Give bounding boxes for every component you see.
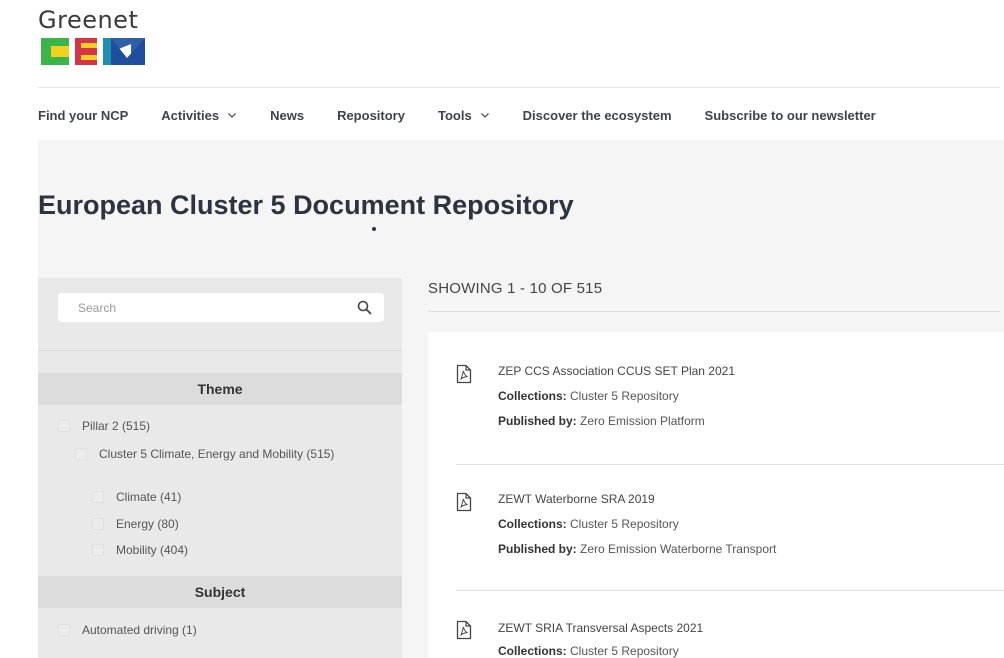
pdf-file-icon[interactable] xyxy=(456,492,472,512)
nav-find-your-ncp[interactable]: Find your NCP xyxy=(38,108,128,123)
filter-option[interactable]: Climate (41) xyxy=(92,490,181,505)
result-divider xyxy=(456,464,1004,465)
results-count: SHOWING 1 - 10 OF 515 xyxy=(428,280,603,297)
filter-group-subject-header[interactable]: Subject xyxy=(38,576,402,608)
nav-tools[interactable]: Tools xyxy=(438,108,490,123)
nav-news[interactable]: News xyxy=(270,108,304,123)
pdf-file-icon[interactable] xyxy=(456,364,472,384)
checkbox[interactable] xyxy=(75,448,87,460)
result-collections: Collections: Cluster 5 Repository xyxy=(498,644,679,658)
filter-label: Pillar 2 (515) xyxy=(82,419,151,433)
filter-option[interactable]: Mobility (404) xyxy=(92,543,188,558)
filter-option[interactable]: Energy (80) xyxy=(92,517,179,532)
checkbox[interactable] xyxy=(92,518,104,530)
results-list: ZEP CCS Association CCUS SET Plan 2021 C… xyxy=(428,332,1004,658)
filter-option[interactable]: Cluster 5 Climate, Energy and Mobility (… xyxy=(75,447,335,462)
filter-label: Mobility (404) xyxy=(116,543,189,557)
nav-label: Repository xyxy=(337,107,405,123)
results-divider xyxy=(428,311,1000,312)
meta-value: Zero Emission Waterborne Transport xyxy=(580,542,777,556)
nav-repository[interactable]: Repository xyxy=(337,108,405,123)
result-title[interactable]: ZEWT Waterborne SRA 2019 xyxy=(498,492,655,506)
nav-label: Tools xyxy=(437,107,472,123)
site-header: Greenet xyxy=(0,0,1004,88)
sidebar-divider xyxy=(38,350,402,351)
meta-label: Collections: xyxy=(498,389,567,403)
header-divider xyxy=(38,87,1000,88)
chevron-down-icon xyxy=(228,113,237,118)
meta-value: Cluster 5 Repository xyxy=(570,517,679,531)
filter-label: Energy (80) xyxy=(116,517,179,531)
checkbox[interactable] xyxy=(58,420,70,432)
checkbox[interactable] xyxy=(92,491,104,503)
decorative-dot xyxy=(372,227,376,231)
filter-option[interactable]: Automated driving (1) xyxy=(58,623,197,638)
checkbox[interactable] xyxy=(58,624,70,636)
nav-activities[interactable]: Activities xyxy=(161,108,237,123)
meta-label: Published by: xyxy=(498,414,577,428)
result-publisher: Published by: Zero Emission Platform xyxy=(498,414,705,428)
filter-sidebar: Theme Pillar 2 (515) Cluster 5 Climate, … xyxy=(38,278,402,658)
nav-subscribe-newsletter[interactable]: Subscribe to our newsletter xyxy=(705,108,876,123)
filter-option[interactable]: Pillar 2 (515) xyxy=(58,419,150,434)
meta-value: Cluster 5 Repository xyxy=(570,644,679,658)
main-nav: Find your NCP Activities News Repository… xyxy=(38,103,876,127)
result-title[interactable]: ZEP CCS Association CCUS SET Plan 2021 xyxy=(498,364,735,378)
result-collections: Collections: Cluster 5 Repository xyxy=(498,517,679,531)
nav-label: News xyxy=(270,107,305,123)
nav-discover-ecosystem[interactable]: Discover the ecosystem xyxy=(523,108,672,123)
search-icon[interactable] xyxy=(357,300,372,315)
meta-label: Collections: xyxy=(498,517,567,531)
checkbox[interactable] xyxy=(92,544,104,556)
brand-name[interactable]: Greenet xyxy=(38,6,138,34)
result-publisher: Published by: Zero Emission Waterborne T… xyxy=(498,542,776,556)
filter-label: Cluster 5 Climate, Energy and Mobility (… xyxy=(99,447,335,461)
filter-label: Climate (41) xyxy=(116,490,182,504)
nav-label: Subscribe to our newsletter xyxy=(704,107,876,123)
nav-label: Activities xyxy=(161,107,220,123)
meta-value: Cluster 5 Repository xyxy=(570,389,679,403)
page-title: European Cluster 5 Document Repository xyxy=(38,190,574,220)
pdf-file-icon[interactable] xyxy=(456,620,472,640)
search-input[interactable] xyxy=(58,293,348,322)
search-box xyxy=(58,293,384,322)
meta-label: Collections: xyxy=(498,644,567,658)
filter-group-theme-header[interactable]: Theme xyxy=(38,373,402,405)
nav-label: Find your NCP xyxy=(38,107,129,123)
filter-label: Automated driving (1) xyxy=(82,623,197,637)
result-title[interactable]: ZEWT SRIA Transversal Aspects 2021 xyxy=(498,621,703,635)
cem-logo[interactable] xyxy=(41,38,145,65)
result-collections: Collections: Cluster 5 Repository xyxy=(498,389,679,403)
meta-value: Zero Emission Platform xyxy=(580,414,705,428)
result-divider xyxy=(456,590,1004,591)
nav-label: Discover the ecosystem xyxy=(522,107,672,123)
meta-label: Published by: xyxy=(498,542,577,556)
chevron-down-icon xyxy=(480,113,489,118)
